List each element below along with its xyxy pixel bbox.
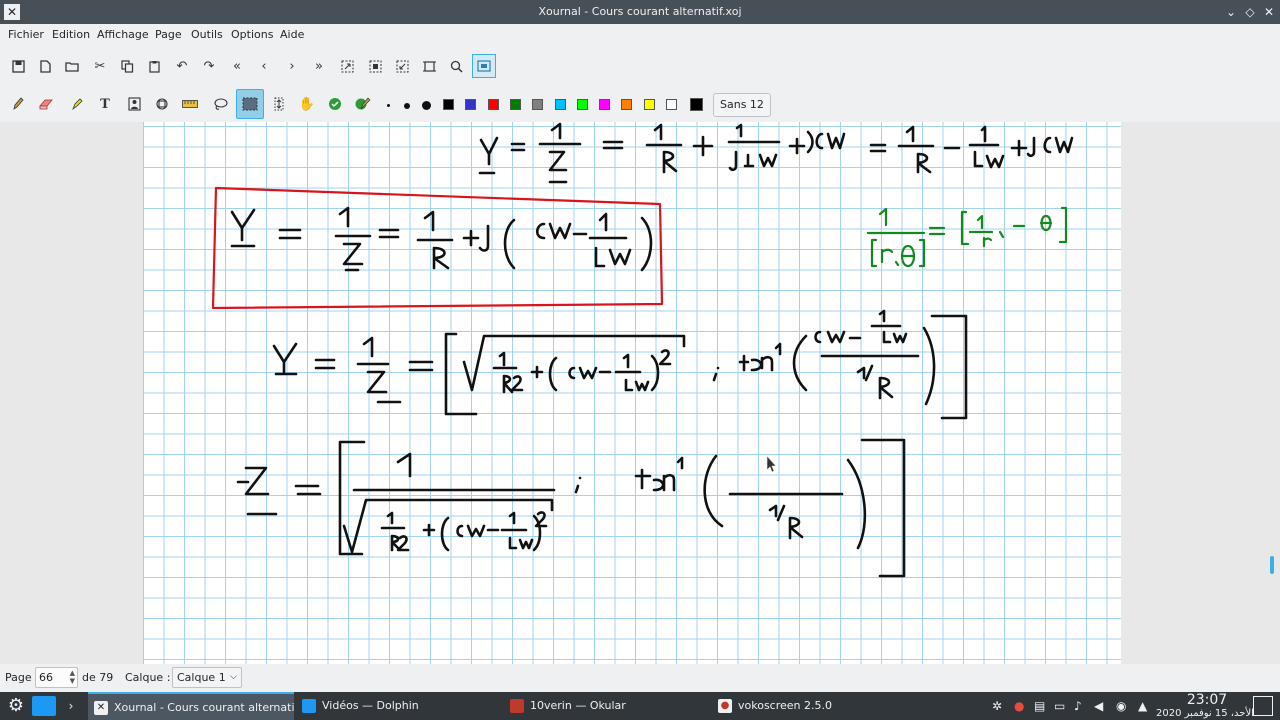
menu-aide[interactable]: Aide: [280, 24, 304, 46]
default-tool-icon[interactable]: [323, 92, 347, 116]
paste-icon[interactable]: [142, 54, 166, 78]
hand-tool-icon[interactable]: ✋: [295, 92, 319, 116]
battery-icon[interactable]: ▭: [1054, 692, 1065, 720]
thick-stroke-icon[interactable]: [422, 101, 431, 110]
page-total: de 79: [82, 671, 114, 684]
image-tool-icon[interactable]: [122, 92, 146, 116]
okular-icon: [510, 699, 524, 713]
close-icon[interactable]: ✕: [1258, 0, 1280, 24]
undo-icon[interactable]: ↶: [170, 54, 194, 78]
chevron-down-icon: ⌵: [230, 672, 237, 682]
color-yellow-swatch[interactable]: [644, 99, 655, 110]
task-vokoscreen-label: vokoscreen 2.5.0: [738, 699, 832, 712]
new-document-icon[interactable]: [33, 54, 57, 78]
thin-stroke-icon[interactable]: [387, 104, 390, 107]
color-red-swatch[interactable]: [488, 99, 499, 110]
highlighter-tool-icon[interactable]: [65, 92, 89, 116]
color-magenta-swatch[interactable]: [599, 99, 610, 110]
pager-arrow-icon[interactable]: ›: [62, 692, 80, 720]
cut-icon[interactable]: ✂: [88, 54, 112, 78]
rectangle-select-icon[interactable]: [236, 89, 264, 119]
page-number-spinbox[interactable]: 66 ▲ ▼: [35, 667, 78, 688]
color-orange-swatch[interactable]: [621, 99, 632, 110]
redo-icon[interactable]: ↷: [197, 54, 221, 78]
menu-options[interactable]: Options: [231, 24, 273, 46]
app-launcher-icon[interactable]: ⚙: [4, 694, 28, 718]
medium-stroke-icon[interactable]: [404, 102, 410, 109]
clock-time[interactable]: 23:07: [1176, 693, 1238, 707]
color-current-swatch[interactable]: [690, 98, 703, 111]
copy-icon[interactable]: [115, 54, 139, 78]
color-light-blue-swatch[interactable]: [555, 99, 566, 110]
eraser-tool-icon[interactable]: [34, 92, 58, 116]
menu-affichage[interactable]: Affichage: [97, 24, 149, 46]
page-label: Page: [5, 671, 32, 684]
pen-tool-icon[interactable]: [6, 92, 30, 116]
text-tool-icon[interactable]: T: [93, 92, 117, 116]
show-desktop-icon[interactable]: [32, 696, 56, 716]
page-number-value: 66: [39, 671, 53, 684]
clock-date[interactable]: الأحد، 15 نوفمبر 2020: [1150, 708, 1260, 719]
save-icon[interactable]: [6, 54, 30, 78]
fullscreen-icon[interactable]: [472, 54, 496, 78]
task-xournal-label: Xournal - Cours courant alternatif....: [114, 701, 294, 714]
last-page-icon[interactable]: »: [307, 54, 331, 78]
menu-page[interactable]: Page: [155, 24, 182, 46]
color-gray-swatch[interactable]: [532, 99, 543, 110]
vokoscreen-icon: ●: [718, 699, 732, 713]
main-toolbar: ✂ ↶ ↷ « ‹ › »: [0, 50, 1280, 82]
tray-expand-icon[interactable]: ▲: [1138, 692, 1147, 720]
vertical-scrollbar[interactable]: [1270, 556, 1274, 574]
clipboard-icon[interactable]: ▤: [1034, 692, 1045, 720]
xournal-task-icon: ✕: [94, 701, 108, 715]
task-vokoscreen[interactable]: ● vokoscreen 2.5.0: [712, 692, 918, 720]
layer-select-value: Calque 1: [177, 671, 226, 684]
next-page-icon[interactable]: ›: [280, 54, 304, 78]
tools-toolbar: T ✋ Sans 12: [0, 88, 1280, 122]
menu-fichier[interactable]: Fichier: [8, 24, 44, 46]
default-pen-icon[interactable]: [351, 92, 375, 116]
zoom-page-width-icon[interactable]: [417, 54, 441, 78]
color-white-swatch[interactable]: [666, 99, 677, 110]
zoom-in-icon[interactable]: [390, 54, 414, 78]
microphone-icon[interactable]: ♪: [1074, 692, 1082, 720]
zoom-magnifier-icon[interactable]: [444, 54, 468, 78]
menu-outils[interactable]: Outils: [191, 24, 223, 46]
status-bar: Page 66 ▲ ▼ de 79 Calque : Calque 1 ⌵: [0, 664, 1280, 692]
notebook-page[interactable]: [143, 122, 1121, 664]
notifications-icon[interactable]: ◉: [1116, 692, 1126, 720]
task-okular[interactable]: 10verin — Okular: [504, 692, 710, 720]
show-desktop-button[interactable]: [1253, 696, 1273, 716]
ruler-tool-icon[interactable]: [178, 92, 202, 116]
folder-icon: [302, 699, 316, 713]
previous-page-icon[interactable]: ‹: [252, 54, 276, 78]
layer-select[interactable]: Calque 1 ⌵: [172, 667, 242, 688]
open-folder-icon[interactable]: [60, 54, 84, 78]
menu-edition[interactable]: Edition: [52, 24, 90, 46]
task-okular-label: 10verin — Okular: [530, 699, 626, 712]
record-icon[interactable]: ●: [1014, 692, 1024, 720]
vertical-space-icon[interactable]: [267, 92, 291, 116]
zoom-fit-icon[interactable]: [363, 54, 387, 78]
task-xournal[interactable]: ✕ Xournal - Cours courant alternatif....: [88, 692, 294, 720]
color-green-swatch[interactable]: [510, 99, 521, 110]
taskbar: ⚙ › ✕ Xournal - Cours courant alternatif…: [0, 692, 1280, 720]
font-selector-button[interactable]: Sans 12: [713, 93, 771, 117]
color-blue-swatch[interactable]: [465, 99, 476, 110]
task-dolphin[interactable]: Vidéos — Dolphin: [296, 692, 502, 720]
window-title: Xournal - Cours courant alternatif.xoj: [538, 5, 742, 18]
zoom-out-icon[interactable]: [335, 54, 359, 78]
color-black-swatch[interactable]: [443, 99, 454, 110]
menu-bar: Fichier Edition Affichage Page Outils Op…: [0, 24, 1280, 46]
network-icon[interactable]: ✲: [992, 692, 1002, 720]
spin-arrows-icon[interactable]: ▲ ▼: [70, 669, 75, 685]
first-page-icon[interactable]: «: [225, 54, 249, 78]
lasso-select-icon[interactable]: [209, 92, 233, 116]
volume-icon[interactable]: ◀: [1094, 692, 1103, 720]
color-light-green-swatch[interactable]: [577, 99, 588, 110]
title-bar: ✕ Xournal - Cours courant alternatif.xoj…: [0, 0, 1280, 24]
shape-recognizer-icon[interactable]: [150, 92, 174, 116]
layer-label: Calque :: [125, 671, 171, 684]
task-dolphin-label: Vidéos — Dolphin: [322, 699, 419, 712]
